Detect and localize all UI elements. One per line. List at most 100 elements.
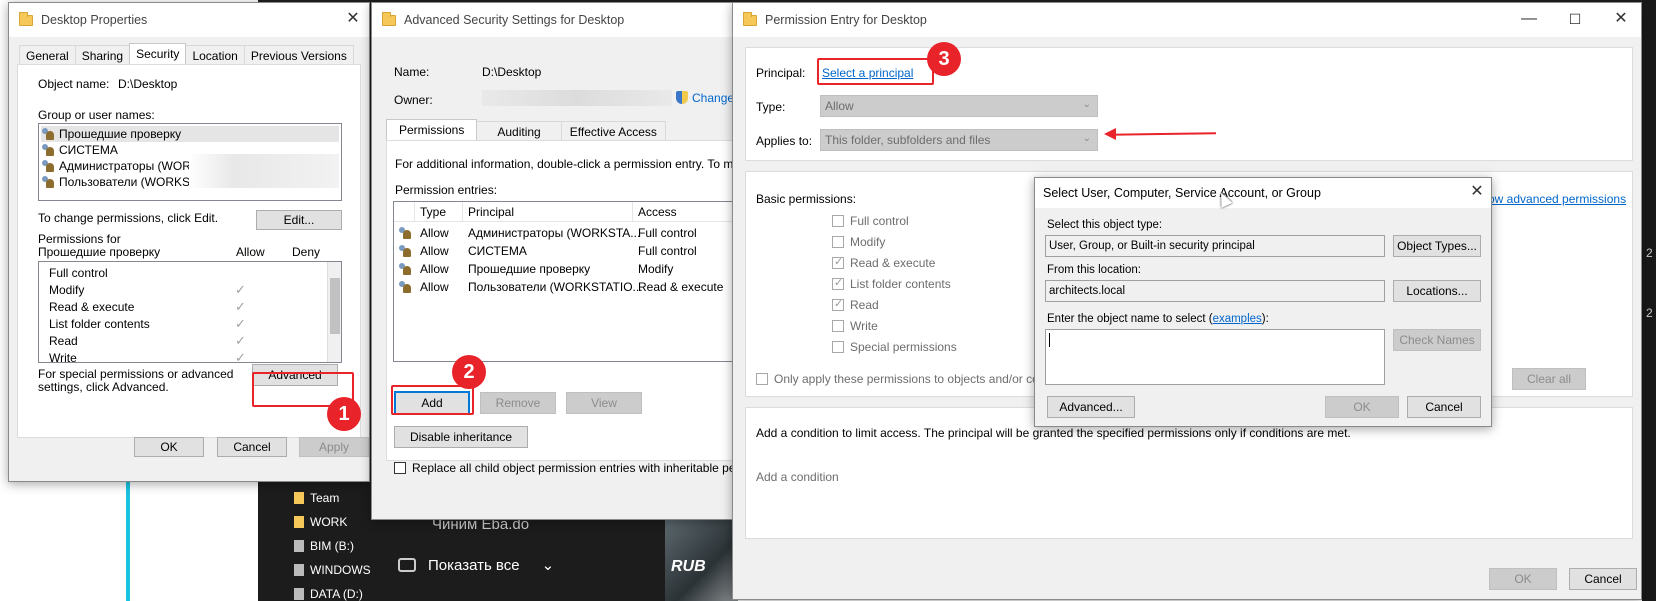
deny-header: Deny [292, 245, 321, 259]
perm-checkbox-list-folder[interactable]: List folder contents [832, 276, 951, 291]
location-label: From this location: [1047, 264, 1141, 276]
redacted-owner [482, 90, 672, 106]
object-name-label: Object name: [38, 77, 110, 91]
object-name-input[interactable] [1045, 329, 1385, 385]
scrollbar[interactable] [327, 262, 341, 362]
background-right-edge [1642, 0, 1656, 601]
checkbox[interactable] [832, 236, 844, 248]
users-icon [41, 128, 55, 140]
applies-to-combo[interactable]: This folder, subfolders and files ⌄ [820, 129, 1098, 151]
check-icon: ✓ [235, 298, 246, 314]
drive-icon [294, 540, 304, 552]
view-button[interactable]: View [566, 392, 642, 414]
checkbox[interactable] [394, 462, 406, 474]
user-list[interactable]: Прошедшие проверку СИСТЕМА Администратор… [38, 123, 342, 201]
drive-icon [294, 564, 304, 576]
column-header-principal[interactable]: Principal [468, 205, 514, 219]
table-row[interactable]: Allow СИСТЕМА Full control [398, 242, 738, 260]
allow-header: Allow [236, 245, 265, 259]
permissions-list[interactable]: Full control Modify ✓ Read & execute ✓ Lis… [38, 261, 342, 365]
cancel-button[interactable]: Cancel [1569, 568, 1637, 590]
add-condition-link[interactable]: Add a condition [756, 470, 839, 484]
ok-button[interactable]: OK [1325, 396, 1399, 418]
column-header-type[interactable]: Type [420, 205, 446, 219]
perm-checkbox-write[interactable]: Write [832, 319, 878, 333]
checkbox[interactable] [756, 373, 768, 385]
table-row[interactable]: Allow Пользователи (WORKSTATIO... Read & e… [398, 278, 738, 296]
info-text: For additional information, double-click… [395, 157, 734, 171]
close-icon[interactable]: ✕ [1613, 11, 1629, 27]
perm-checkbox-modify[interactable]: Modify [832, 235, 885, 249]
nav-item-work[interactable]: WORK [294, 515, 347, 529]
show-all-link[interactable]: Показать все ⌄ [398, 556, 554, 574]
change-perms-text: To change permissions, click Edit. [38, 211, 219, 225]
type-combo[interactable]: Allow ⌄ [820, 95, 1098, 117]
nav-item-team[interactable]: Team [294, 491, 339, 505]
close-icon[interactable]: ✕ [1469, 184, 1485, 200]
maximize-icon[interactable]: ☐ [1567, 11, 1583, 27]
replace-checkbox[interactable]: Replace all child object permission entr… [394, 461, 740, 475]
cancel-button[interactable]: Cancel [1407, 396, 1481, 418]
locations-button[interactable]: Locations... [1393, 280, 1481, 302]
edit-button[interactable]: Edit... [256, 210, 342, 230]
table-body: Allow Администраторы (WORKSTA... Full cont… [398, 224, 738, 296]
titlebar: Select User, Computer, Service Account, … [1035, 178, 1491, 208]
window-title: Permission Entry for Desktop [765, 13, 927, 27]
scrollbar-thumb[interactable] [330, 278, 340, 334]
users-icon [41, 176, 55, 188]
checkbox[interactable] [832, 297, 844, 311]
checkbox[interactable] [832, 255, 844, 269]
close-icon[interactable]: ✕ [345, 11, 361, 27]
redacted-area [189, 154, 339, 188]
perm-row: Modify ✓ [49, 281, 246, 297]
perm-checkbox-full-control[interactable]: Full control [832, 214, 909, 228]
ok-button[interactable]: OK [1489, 568, 1557, 590]
list-item[interactable]: Прошедшие проверку [41, 126, 339, 142]
users-icon [398, 245, 412, 257]
type-label: Type: [756, 100, 786, 114]
change-owner-link[interactable]: Change [676, 91, 734, 105]
clear-all-button[interactable]: Clear all [1512, 368, 1586, 390]
checkbox[interactable] [832, 341, 844, 353]
show-advanced-link[interactable]: ow advanced permissions [1488, 192, 1626, 206]
disable-inheritance-button[interactable]: Disable inheritance [394, 426, 528, 448]
advanced-button[interactable]: Advanced... [1047, 396, 1135, 418]
dialog-title: Select User, Computer, Service Account, … [1043, 186, 1321, 200]
column-divider [414, 202, 415, 222]
nav-item-bim[interactable]: BIM (B:) [294, 539, 354, 553]
edge-label: 2 [1646, 306, 1653, 320]
minimize-icon[interactable]: — [1521, 11, 1537, 27]
examples-link[interactable]: examples [1213, 313, 1262, 325]
tab-security[interactable]: Security [129, 43, 187, 66]
column-header-access[interactable]: Access [638, 205, 677, 219]
checkbox[interactable] [832, 276, 844, 290]
checkbox[interactable] [832, 320, 844, 332]
location-field: architects.local [1045, 280, 1385, 302]
cancel-button[interactable]: Cancel [217, 437, 287, 457]
checkbox[interactable] [832, 215, 844, 227]
permission-entries-table[interactable]: Type Principal Access Allow Администратор… [393, 201, 738, 362]
perm-checkbox-read-execute[interactable]: Read & execute [832, 255, 935, 270]
name-value: D:\Desktop [482, 65, 542, 79]
apply-button[interactable]: Apply [299, 437, 369, 457]
perm-checkbox-special[interactable]: Special permissions [832, 340, 957, 354]
check-names-button[interactable]: Check Names [1393, 329, 1481, 351]
table-row[interactable]: Allow Администраторы (WORKSTA... Full cont… [398, 224, 738, 242]
ok-button[interactable]: OK [134, 437, 204, 457]
remove-button[interactable]: Remove [480, 392, 556, 414]
name-label: Name: [394, 65, 430, 79]
basic-permissions-label: Basic permissions: [756, 192, 857, 206]
perm-row: Read & execute ✓ [49, 298, 246, 314]
table-row[interactable]: Allow Прошедшие проверку Modify [398, 260, 738, 278]
perm-checkbox-read[interactable]: Read [832, 297, 879, 312]
nav-item-data[interactable]: DATA (D:) [294, 587, 363, 601]
object-types-button[interactable]: Object Types... [1393, 235, 1481, 257]
annotation-arrow-head-icon [1104, 128, 1116, 140]
entries-label: Permission entries: [395, 183, 498, 197]
nav-item-windows[interactable]: WINDOWS [294, 563, 371, 577]
only-apply-checkbox[interactable]: Only apply these permissions to objects … [756, 372, 1039, 386]
check-icon: ✓ [235, 332, 246, 348]
annotation-badge-2: 2 [452, 355, 486, 389]
column-divider [462, 202, 463, 222]
applies-to-label: Applies to: [756, 134, 813, 148]
